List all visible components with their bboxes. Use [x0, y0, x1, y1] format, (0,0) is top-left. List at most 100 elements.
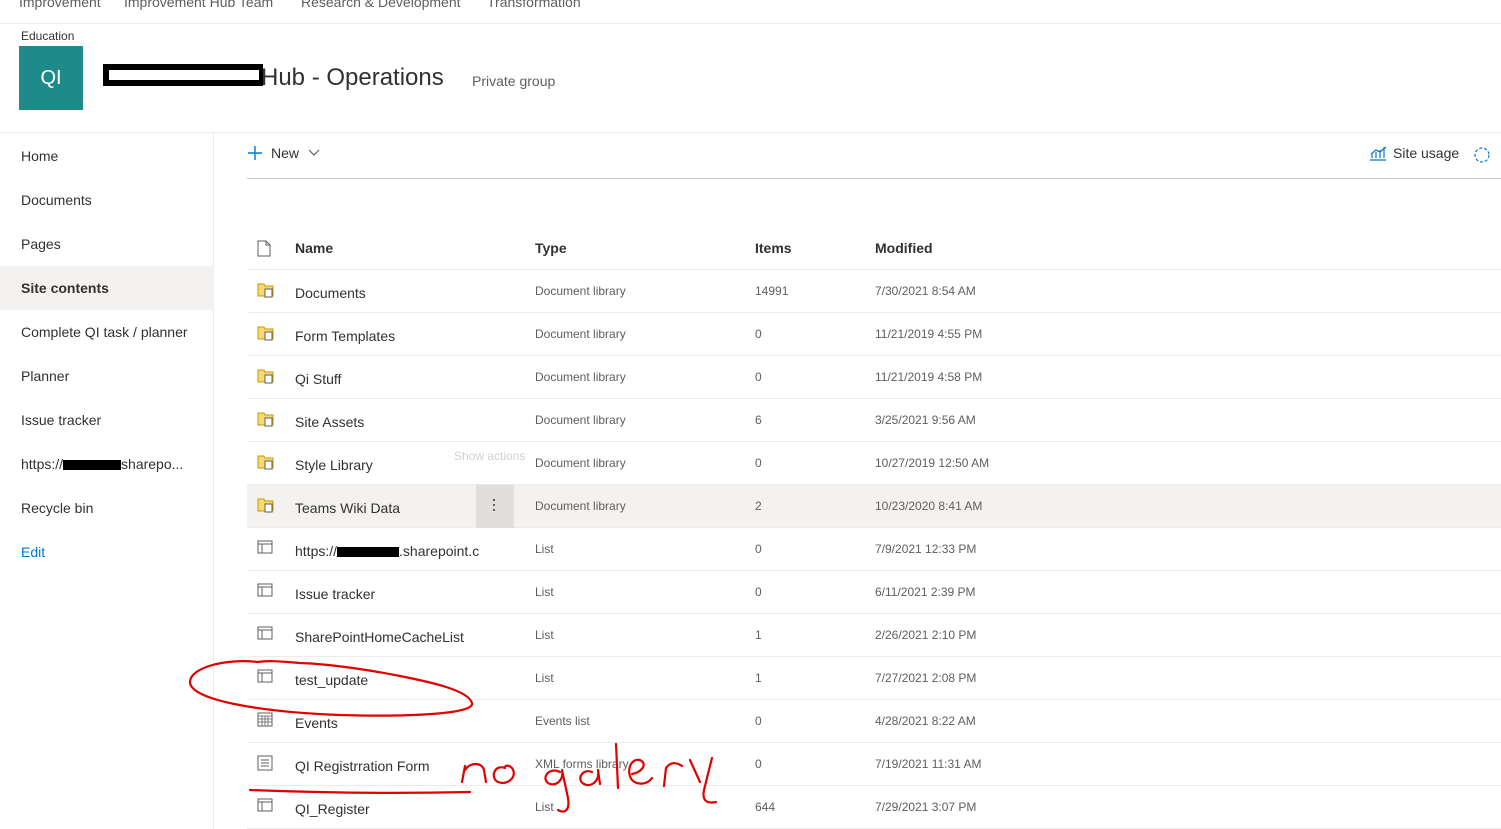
row-items: 0	[755, 585, 762, 599]
hub-label[interactable]: Education	[21, 29, 74, 43]
hub-nav-research-development[interactable]: Research & Development	[301, 0, 461, 10]
row-items: 0	[755, 542, 762, 556]
row-modified: 6/11/2021 2:39 PM	[875, 585, 976, 599]
row-name[interactable]: Issue tracker	[295, 586, 375, 602]
row-modified: 10/27/2019 12:50 AM	[875, 456, 990, 470]
redacted-title-part	[103, 64, 263, 86]
site-logo-text: QI	[40, 66, 62, 89]
table-row[interactable]: https:// .sharepoint.c List 0 7/9/2021 12…	[247, 528, 1501, 571]
nav-item-recycle-bin[interactable]: Recycle bin	[0, 486, 214, 530]
sync-icon[interactable]	[1473, 146, 1491, 164]
nav-item-planner[interactable]: Planner	[0, 354, 214, 398]
command-bar: New Site usage	[247, 133, 1501, 179]
list-icon	[257, 669, 273, 683]
redacted-text	[63, 460, 122, 471]
row-modified: 7/29/2021 3:07 PM	[875, 800, 977, 814]
row-items: 1	[755, 671, 762, 685]
row-modified: 4/28/2021 8:22 AM	[875, 714, 976, 728]
row-name[interactable]: QI_Register	[295, 801, 370, 817]
table-row[interactable]: QI Registrration Form XML forms library …	[247, 743, 1501, 786]
row-name[interactable]: Site Assets	[295, 414, 364, 430]
row-type: Document library	[535, 327, 626, 341]
row-type: List	[535, 800, 554, 814]
row-name-suffix: .sharepoint.c	[399, 543, 480, 559]
nav-item-home[interactable]: Home	[0, 134, 214, 178]
table-row[interactable]: Teams Wiki Data Document library 2 10/23…	[247, 485, 1501, 528]
table-row[interactable]: Style Library Document library 0 10/27/2…	[247, 442, 1501, 485]
site-contents-table: Name Type Items Modified Documents Docum…	[247, 226, 1501, 829]
row-type: Document library	[535, 413, 626, 427]
row-name[interactable]: test_update	[295, 672, 368, 688]
row-modified: 10/23/2020 8:41 AM	[875, 499, 983, 513]
chevron-down-icon	[308, 149, 320, 156]
new-button[interactable]: New	[247, 145, 329, 161]
list-icon	[257, 626, 273, 640]
new-button-label: New	[271, 145, 300, 161]
show-actions-button[interactable]	[476, 485, 514, 528]
row-type: Document library	[535, 284, 626, 298]
nav-item-site-contents[interactable]: Site contents	[0, 266, 214, 310]
site-title[interactable]: Hub - Operations	[261, 64, 444, 92]
document-library-icon	[257, 326, 274, 341]
row-name[interactable]: QI Registrration Form	[295, 758, 430, 774]
row-modified: 7/9/2021 12:33 PM	[875, 542, 977, 556]
row-name[interactable]: Qi Stuff	[295, 371, 341, 387]
nav-item-pages[interactable]: Pages	[0, 222, 214, 266]
table-row[interactable]: Qi Stuff Document library 0 11/21/2019 4…	[247, 356, 1501, 399]
redacted-text	[337, 547, 400, 558]
table-row[interactable]: Issue tracker List 0 6/11/2021 2:39 PM	[247, 571, 1501, 614]
file-type-icon[interactable]	[257, 240, 271, 257]
row-modified: 7/19/2021 11:31 AM	[875, 757, 982, 771]
form-library-icon	[257, 755, 273, 771]
row-items: 2	[755, 499, 762, 513]
nav-item-issue-tracker[interactable]: Issue tracker	[0, 398, 214, 442]
row-items: 644	[755, 800, 776, 814]
plus-icon	[248, 146, 262, 160]
site-usage-button[interactable]: Site usage	[1369, 145, 1459, 161]
nav-edit-link[interactable]: Edit	[0, 530, 214, 574]
table-row[interactable]: Site Assets Document library 6 3/25/2021…	[247, 399, 1501, 442]
table-row[interactable]: SharePointHomeCacheList List 1 2/26/2021…	[247, 614, 1501, 657]
more-vertical-icon	[493, 499, 495, 501]
row-modified: 2/26/2021 2:10 PM	[875, 628, 977, 642]
site-logo[interactable]: QI	[19, 46, 83, 110]
document-library-icon	[257, 369, 274, 384]
list-icon	[257, 540, 273, 554]
table-row[interactable]: QI_Register List 644 7/29/2021 3:07 PM	[247, 786, 1501, 829]
row-items: 0	[755, 456, 762, 470]
site-usage-icon	[1370, 146, 1387, 161]
row-name[interactable]: SharePointHomeCacheList	[295, 629, 464, 645]
document-library-icon	[257, 498, 274, 513]
left-navigation: Home Documents Pages Site contents Compl…	[0, 133, 214, 829]
table-row[interactable]: test_update List 1 7/27/2021 2:08 PM	[247, 657, 1501, 700]
row-modified: 11/21/2019 4:58 PM	[875, 370, 983, 384]
nav-link-prefix: https://	[21, 456, 64, 472]
column-header-name[interactable]: Name	[295, 240, 333, 256]
row-type: Document library	[535, 370, 626, 384]
column-header-modified[interactable]: Modified	[875, 240, 933, 256]
site-usage-label: Site usage	[1393, 145, 1460, 161]
hub-nav-transformation[interactable]: Transformation	[487, 0, 581, 10]
hub-nav-improvement-hub-team[interactable]: Improvement Hub Team	[124, 0, 273, 10]
row-name[interactable]: https:// .sharepoint.c	[295, 543, 479, 559]
row-type: List	[535, 671, 554, 685]
table-header: Name Type Items Modified	[247, 226, 1501, 270]
row-type: Document library	[535, 499, 626, 513]
row-modified: 7/27/2021 2:08 PM	[875, 671, 977, 685]
nav-item-sharepoint-link[interactable]: https:// sharepo...	[0, 442, 214, 486]
nav-item-documents[interactable]: Documents	[0, 178, 214, 222]
column-header-type[interactable]: Type	[535, 240, 567, 256]
table-row[interactable]: Form Templates Document library 0 11/21/…	[247, 313, 1501, 356]
row-type: List	[535, 542, 554, 556]
row-modified: 11/21/2019 4:55 PM	[875, 327, 983, 341]
row-name[interactable]: Form Templates	[295, 328, 395, 344]
column-header-items[interactable]: Items	[755, 240, 792, 256]
row-name[interactable]: Style Library	[295, 457, 373, 473]
row-name[interactable]: Events	[295, 715, 338, 731]
row-name[interactable]: Teams Wiki Data	[295, 500, 400, 516]
nav-item-complete-qi-task[interactable]: Complete QI task / planner	[0, 310, 214, 354]
row-name[interactable]: Documents	[295, 285, 366, 301]
table-row[interactable]: Documents Document library 14991 7/30/20…	[247, 270, 1501, 313]
table-row[interactable]: Events Events list 0 4/28/2021 8:22 AM	[247, 700, 1501, 743]
hub-nav-improvement[interactable]: Improvement	[19, 0, 101, 10]
